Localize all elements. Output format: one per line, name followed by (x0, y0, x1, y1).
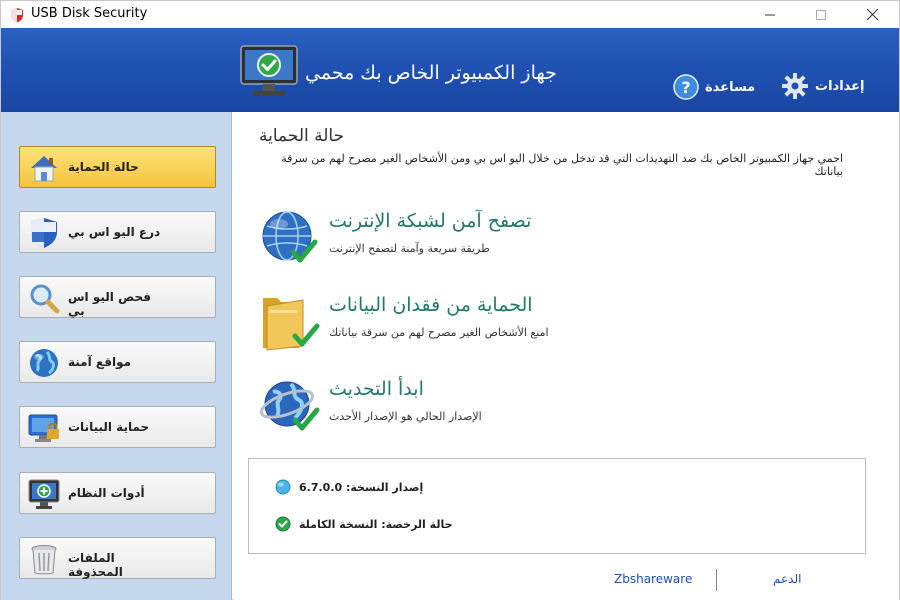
feature-title: الحماية من فقدان البيانات (329, 294, 533, 316)
settings-label: إعدادات (815, 78, 865, 94)
trash-icon (31, 545, 57, 575)
info-dot-icon (275, 479, 291, 495)
feature-data-loss-protection[interactable]: الحماية من فقدان البيانات امنع الأشخاص ا… (259, 292, 819, 356)
close-button[interactable] (849, 1, 895, 28)
version-row: إصدار النسخة: 6.7.0.0 (275, 478, 423, 496)
sidebar: حالة الحماية درع اليو اس بي فحص اليو اس … (1, 112, 232, 600)
protection-status-heading: جهاز الكمبيوتر الخاص بك محمي (305, 62, 557, 84)
version-text: إصدار النسخة: 6.7.0.0 (299, 480, 424, 494)
main-panel: حالة الحماية احمي جهاز الكمبيوتر الخاص ب… (233, 112, 899, 600)
sidebar-item-data-protection[interactable]: حماية البيانات (19, 406, 216, 448)
window-title: USB Disk Security (31, 6, 148, 21)
sidebar-item-protection-status[interactable]: حالة الحماية (19, 146, 216, 188)
license-text: حالة الرخصة: النسخة الكاملة (299, 517, 453, 531)
sidebar-item-label: حالة الحماية (68, 160, 139, 174)
sidebar-item-deleted-files[interactable]: الملفات المحذوفة (19, 537, 216, 579)
zbshareware-link[interactable]: Zbshareware (614, 572, 692, 586)
shield-icon (31, 218, 57, 248)
svg-text:?: ? (681, 78, 690, 97)
section-title: حالة الحماية (259, 126, 345, 146)
info-panel: إصدار النسخة: 6.7.0.0 حالة الرخصة: النسخ… (248, 458, 866, 554)
sidebar-item-usb-shield[interactable]: درع اليو اس بي (19, 211, 216, 253)
close-icon (866, 9, 878, 20)
magnifier-icon (30, 284, 60, 314)
footer-divider (716, 569, 717, 591)
globe-update-icon (259, 381, 320, 431)
maximize-button[interactable] (798, 1, 844, 28)
title-bar[interactable]: USB Disk Security (1, 1, 899, 28)
monitor-plus-icon (28, 479, 60, 509)
app-window: USB Disk Security جهاز الكمبيوتر الخاص ب… (0, 0, 900, 600)
minimize-button[interactable] (747, 1, 793, 28)
sidebar-item-system-tools[interactable]: أدوات النظام (19, 472, 216, 514)
support-link[interactable]: الدعم (773, 572, 801, 586)
monitor-lock-icon (28, 414, 59, 442)
sidebar-item-label: أدوات النظام (68, 486, 145, 500)
feature-safe-browsing[interactable]: تصفح آمن لشبكة الإنترنت طريقة سريعة وآمن… (259, 208, 819, 272)
minimize-icon (765, 14, 775, 15)
feature-title: تصفح آمن لشبكة الإنترنت (329, 210, 532, 232)
sidebar-item-label: درع اليو اس بي (68, 225, 161, 239)
sidebar-item-label: مواقع آمنة (68, 355, 132, 369)
check-circle-icon (275, 516, 291, 532)
help-label: مساعدة (705, 79, 756, 95)
feature-subtitle: طريقة سريعة وآمنة لتصفح الإنترنت (329, 242, 490, 255)
help-button[interactable]: ? مساعدة (673, 74, 755, 100)
license-row: حالة الرخصة: النسخة الكاملة (275, 515, 453, 533)
gear-icon (782, 73, 808, 99)
folder-check-icon (263, 298, 320, 351)
sidebar-item-label: حماية البيانات (68, 420, 150, 434)
maximize-icon (816, 9, 826, 20)
feature-start-update[interactable]: ابدأ التحديث الإصدار الحالي هو الإصدار ا… (259, 376, 819, 440)
feature-subtitle: امنع الأشخاص الغير مصرح لهم من سرقة بيان… (329, 326, 549, 339)
sidebar-item-label: الملفات المحذوفة (68, 551, 123, 579)
globe-check-icon (262, 211, 318, 263)
sidebar-item-usb-scan[interactable]: فحص اليو اس بي (19, 276, 216, 318)
question-icon: ? (673, 74, 699, 100)
sidebar-item-safe-sites[interactable]: مواقع آمنة (19, 341, 216, 383)
globe-icon (30, 349, 58, 377)
sidebar-item-label: فحص اليو اس بي (68, 290, 151, 318)
settings-button[interactable]: إعدادات (781, 72, 865, 100)
monitor-check-icon (240, 45, 298, 96)
section-description: احمي جهاز الكمبيوتر الخاص بك ضد التهديدا… (281, 152, 843, 178)
house-icon (31, 156, 57, 182)
shield-app-icon (11, 8, 23, 23)
header-banner: جهاز الكمبيوتر الخاص بك محمي ? مساعدة إع… (1, 28, 899, 112)
feature-subtitle: الإصدار الحالي هو الإصدار الأحدث (329, 410, 482, 423)
feature-title: ابدأ التحديث (329, 378, 424, 400)
